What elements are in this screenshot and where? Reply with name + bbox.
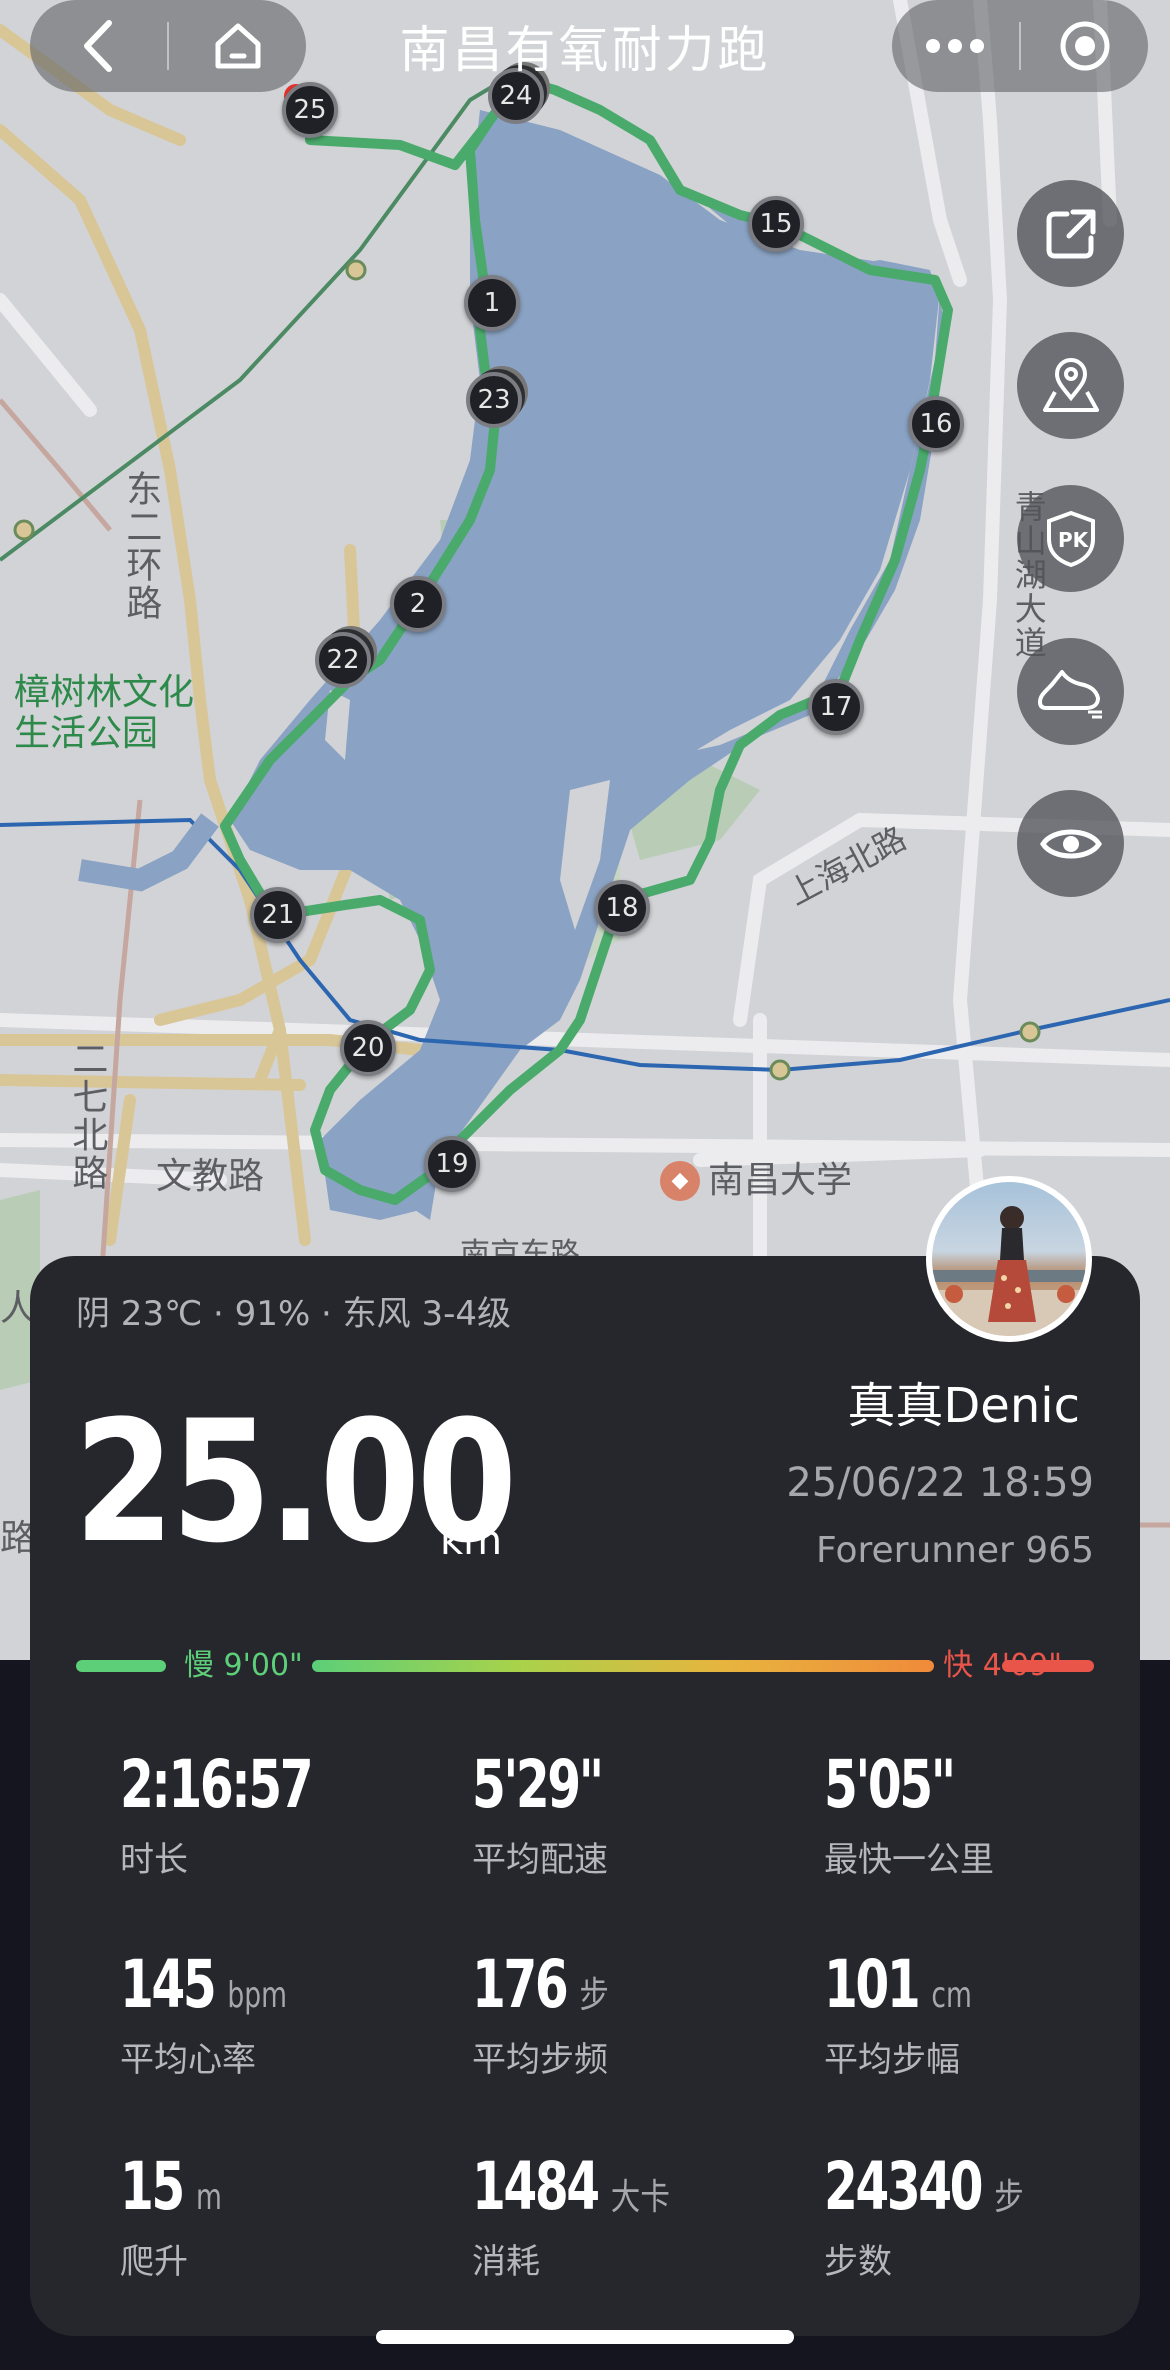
- university-icon: ◆: [660, 1160, 700, 1201]
- run-datetime: 25/06/22 18:59: [786, 1460, 1094, 1506]
- close-miniprogram-button[interactable]: [1021, 0, 1148, 92]
- home-button[interactable]: [169, 0, 306, 92]
- share-button[interactable]: [1017, 180, 1124, 287]
- back-button[interactable]: [30, 0, 167, 92]
- avatar[interactable]: [926, 1176, 1092, 1342]
- km-marker[interactable]: 18: [594, 880, 650, 936]
- stat-label: 平均配速: [472, 1840, 608, 1880]
- stat-value: 101 cm: [824, 1946, 972, 2023]
- stat-unit: m: [195, 2177, 222, 2218]
- km-marker[interactable]: 22: [315, 632, 371, 688]
- running-shoe-icon: [1037, 669, 1102, 718]
- username: 真真Denic: [847, 1378, 1080, 1434]
- map-label-university-text: 南昌大学: [708, 1160, 853, 1201]
- map-label-university: ◆ 南昌大学: [660, 1160, 852, 1201]
- stat-elevation-gain: 15 m 爬升: [120, 2154, 450, 2283]
- chevron-left-icon: [84, 20, 113, 72]
- stat-value: 1484 大卡: [472, 2148, 670, 2225]
- map-pin-icon: [1042, 357, 1099, 412]
- stat-value: 145 bpm: [120, 1946, 287, 2023]
- stat-avg-cadence: 176 步 平均步频: [472, 1952, 802, 2081]
- pk-button[interactable]: PK: [1017, 485, 1124, 592]
- top-bar: 南昌有氧耐力跑: [0, 0, 1170, 92]
- stat-unit: 大卡: [610, 2177, 670, 2218]
- stat-unit: 步: [579, 1975, 609, 2016]
- km-marker[interactable]: 2: [390, 576, 446, 632]
- avatar-figure: [932, 1206, 1086, 1336]
- eye-icon: [1039, 829, 1102, 858]
- share-icon: [1046, 209, 1095, 258]
- pace-bar-gradient: [312, 1660, 934, 1672]
- stat-calories: 1484 大卡 消耗: [472, 2154, 802, 2283]
- stat-avg-pace: 5'29" 平均配速: [472, 1752, 802, 1881]
- home-icon: [215, 23, 261, 69]
- target-circle-icon: [1060, 21, 1110, 71]
- stat-value: 24340 步: [824, 2148, 1024, 2225]
- device-name: Forerunner 965: [816, 1530, 1094, 1571]
- km-marker[interactable]: 19: [424, 1136, 480, 1192]
- pace-bar-fast-segment: [1002, 1660, 1094, 1672]
- pk-shield-icon: PK: [1046, 510, 1095, 567]
- stat-avg-stride: 101 cm 平均步幅: [824, 1952, 1154, 2081]
- pace-bar-slow-segment: [76, 1660, 166, 1672]
- stat-label: 平均心率: [120, 2040, 256, 2080]
- route-location-button[interactable]: [1017, 332, 1124, 439]
- stat-unit: cm: [931, 1975, 972, 2016]
- stat-label: 消耗: [472, 2242, 540, 2282]
- km-marker[interactable]: 17: [808, 679, 864, 735]
- stat-fastest-km: 5'05" 最快一公里: [824, 1752, 1154, 1881]
- pace-range-bar: 慢 9'00" 快 4'09": [76, 1648, 1094, 1683]
- km-marker[interactable]: 15: [748, 196, 804, 252]
- stat-label: 平均步频: [472, 2040, 608, 2080]
- km-marker[interactable]: 21: [250, 887, 306, 943]
- stat-label: 步数: [824, 2242, 892, 2282]
- visibility-button[interactable]: [1017, 790, 1124, 897]
- shoe-button[interactable]: [1017, 638, 1124, 745]
- stat-value: 2:16:57: [120, 1746, 314, 1823]
- stat-value: 5'29": [472, 1746, 604, 1823]
- map-label-wenjiao-road: 文教路: [156, 1156, 265, 1197]
- km-marker[interactable]: 23: [466, 372, 522, 428]
- svg-text:PK: PK: [1058, 528, 1090, 552]
- map-label-erqi-road: 二七北路: [66, 1040, 108, 1192]
- stat-steps: 24340 步 步数: [824, 2154, 1154, 2283]
- map-label-park: 樟树林文化 生活公园: [14, 672, 195, 755]
- home-indicator[interactable]: [376, 2330, 794, 2344]
- stat-value: 15 m: [120, 2148, 222, 2225]
- stat-unit: 步: [994, 2177, 1024, 2218]
- stat-value: 176 步: [472, 1946, 609, 2023]
- km-marker[interactable]: 1: [464, 275, 520, 331]
- stat-label: 平均步幅: [824, 2040, 960, 2080]
- stat-label: 爬升: [120, 2242, 188, 2282]
- nav-pill: [30, 0, 306, 92]
- stat-value: 5'05": [824, 1746, 956, 1823]
- distance-unit: km: [440, 1518, 503, 1564]
- stat-label: 最快一公里: [824, 1840, 994, 1880]
- weather-info: 阴 23℃ · 91% · 东风 3-4级: [76, 1294, 512, 1334]
- stat-avg-heart-rate: 145 bpm 平均心率: [120, 1952, 450, 2081]
- pace-slow-label: 慢 9'00": [184, 1648, 303, 1683]
- more-button[interactable]: [892, 0, 1019, 92]
- page-title: 南昌有氧耐力跑: [399, 21, 771, 79]
- capsule-menu: [892, 0, 1148, 92]
- stat-unit: bpm: [227, 1975, 287, 2016]
- map-label-road: 东二环路: [120, 470, 162, 622]
- km-marker[interactable]: 16: [908, 396, 964, 452]
- stat-label: 时长: [120, 1840, 188, 1880]
- avatar-photo: [932, 1182, 1086, 1336]
- more-dots-icon: [926, 39, 985, 53]
- km-marker[interactable]: 20: [340, 1020, 396, 1076]
- stat-duration: 2:16:57 时长: [120, 1752, 450, 1881]
